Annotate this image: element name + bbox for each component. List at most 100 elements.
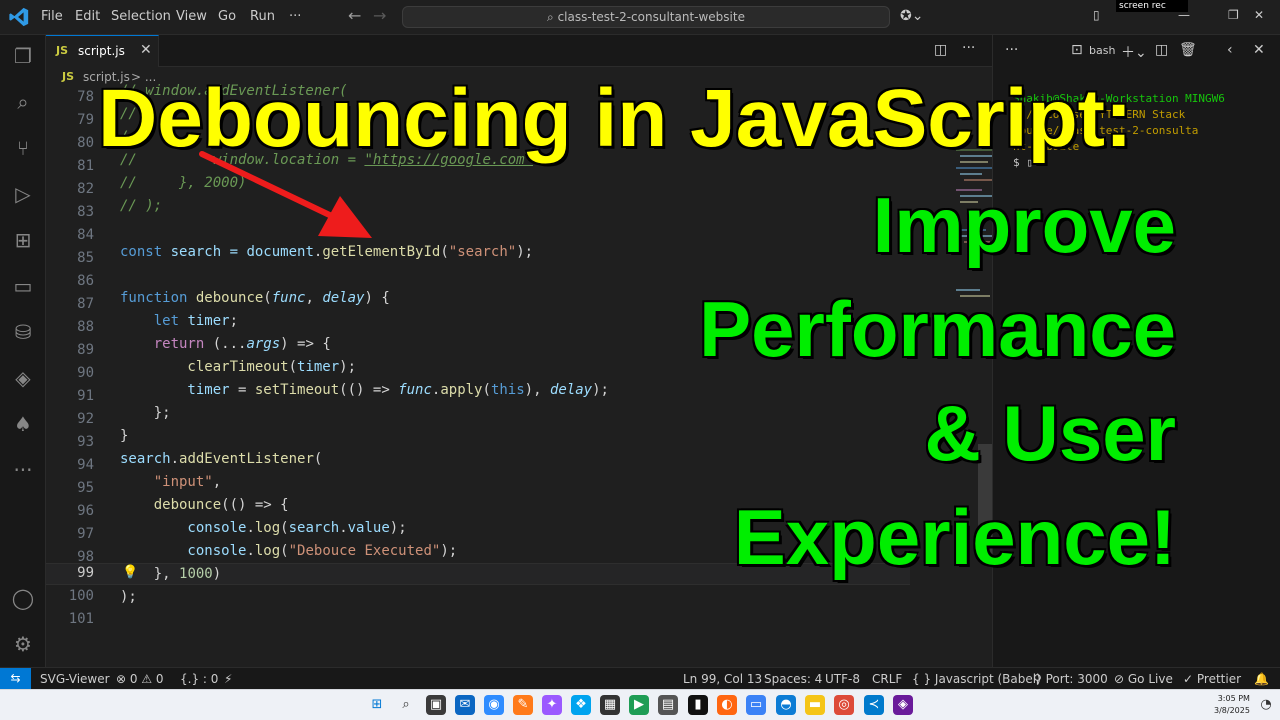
minimize-icon[interactable]: — [1178, 8, 1190, 22]
indentation-setting[interactable]: Spaces: 4 [764, 672, 822, 686]
explorer-icon[interactable]: ❐ [10, 43, 36, 69]
file-explorer-icon[interactable]: ▬ [805, 695, 825, 715]
account-icon[interactable]: ◯ [10, 585, 36, 611]
notifications-bell-icon[interactable]: 🔔 [1254, 672, 1269, 686]
js-file-icon: JS [62, 70, 75, 83]
run-debug-icon[interactable]: ▷ [10, 181, 36, 207]
title-bar: File Edit Selection View Go Run ··· ← → … [0, 0, 1280, 35]
outlook-icon[interactable]: ✉ [455, 695, 475, 715]
add-terminal-icon[interactable]: ＋⌄ [1121, 42, 1147, 62]
notification-icon[interactable]: ◔ [1256, 695, 1276, 715]
close-icon[interactable]: ✕ [140, 42, 152, 58]
windows-taskbar: ⊞ ⌕ ▣ ✉ ◉ ✎ ✦ ❖ ▦ ▶ ▤ ▮ ◐ ▭ ◓ ▬ ◎ ≺ ◈ 3:… [0, 689, 1280, 720]
antenna-icon: ⚲ [1033, 672, 1046, 686]
terminal-icon: ⊡ [1071, 42, 1083, 58]
headline-subtitle-line: Performance [699, 285, 1176, 373]
chrome-icon[interactable]: ◎ [834, 695, 854, 715]
clock-time: 3:05 PM [1217, 694, 1250, 703]
prettier-indicator[interactable]: ✓ Prettier [1183, 672, 1241, 686]
app-icon[interactable]: ✎ [513, 695, 533, 715]
svg-viewer-item[interactable]: SVG-Viewer [40, 672, 110, 686]
menu-edit[interactable]: Edit [75, 9, 100, 24]
language-mode[interactable]: { } Javascript (Babel) [912, 672, 1041, 686]
database-icon[interactable]: ⛁ [10, 319, 36, 345]
app-icon[interactable]: ◈ [893, 695, 913, 715]
line-number: 79 [77, 112, 94, 128]
settings-gear-icon[interactable]: ⚙ [10, 631, 36, 657]
remote-indicator-button[interactable]: ⇆ [0, 668, 31, 690]
search-icon[interactable]: ⌕ [10, 89, 36, 115]
more-icon[interactable]: ··· [1005, 42, 1018, 58]
remote-explorer-icon[interactable]: ▭ [10, 273, 36, 299]
menu-go[interactable]: Go [218, 9, 236, 24]
menu-run[interactable]: Run [250, 9, 275, 24]
js-file-icon: JS [56, 44, 69, 57]
vscode-taskbar-icon[interactable]: ≺ [864, 695, 884, 715]
close-window-icon[interactable]: ✕ [1254, 8, 1264, 22]
code-line: search.addEventListener( [120, 451, 323, 467]
app-icon[interactable]: ▦ [600, 695, 620, 715]
code-line: debounce(() => { [120, 497, 289, 513]
app-icon[interactable]: ▶ [629, 695, 649, 715]
cursor-position[interactable]: Ln 99, Col 13 [683, 672, 762, 686]
app-icon[interactable]: ◉ [484, 695, 504, 715]
line-number: 80 [77, 135, 94, 151]
split-editor-icon[interactable]: ◫ [934, 42, 947, 58]
eol-setting[interactable]: CRLF [872, 672, 902, 686]
code-line: console.log(search.value); [120, 520, 407, 536]
windows-start-icon[interactable]: ⊞ [367, 695, 387, 715]
braces-indicator[interactable]: {.} : 0 [180, 672, 218, 686]
line-number: 88 [77, 319, 94, 335]
forward-arrow-icon[interactable]: → [373, 6, 386, 25]
more-actions-icon[interactable]: ··· [962, 40, 975, 56]
app-icon[interactable]: ✦ [542, 695, 562, 715]
port-indicator[interactable]: ⚲ Port: 3000 [1033, 672, 1108, 686]
task-view-icon[interactable]: ▣ [426, 695, 446, 715]
code-line: ); [120, 589, 137, 605]
tab-label: script.js [78, 44, 125, 58]
code-line: console.log("Debouce Executed"); [120, 543, 458, 559]
menu-more[interactable]: ··· [289, 9, 301, 24]
search-icon[interactable]: ⌕ [396, 695, 416, 715]
split-terminal-icon[interactable]: ◫ [1155, 42, 1168, 58]
line-number: 94 [77, 457, 94, 473]
system-clock[interactable]: 3:05 PM 3/8/2025 [1214, 693, 1250, 717]
close-icon[interactable]: ✕ [1253, 42, 1265, 58]
firefox-icon[interactable]: ◐ [717, 695, 737, 715]
headline-title: Debouncing in JavaScript: [98, 73, 1133, 164]
app-icon[interactable]: ▮ [688, 695, 708, 715]
headline-subtitle-line: Improve [872, 181, 1176, 269]
extensions-icon[interactable]: ⊞ [10, 227, 36, 253]
terminal-shell-label[interactable]: bash [1089, 44, 1115, 57]
problems-indicator[interactable]: ⊗ 0 ⚠ 0 [116, 672, 164, 686]
code-line: return (...args) => { [120, 336, 331, 352]
app-icon[interactable]: ❖ [571, 695, 591, 715]
line-number: 90 [77, 365, 94, 381]
trash-icon[interactable]: 🗑 [1179, 42, 1197, 58]
menu-file[interactable]: File [41, 9, 63, 24]
command-center-search[interactable]: ⌕ class-test-2-consultant-website [402, 6, 890, 28]
menu-view[interactable]: View [176, 9, 207, 24]
restore-icon[interactable]: ❐ [1228, 8, 1239, 22]
encoding-setting[interactable]: UTF-8 [825, 672, 860, 686]
back-arrow-icon[interactable]: ← [348, 6, 361, 25]
status-bar: ⇆ SVG-Viewer ⊗ 0 ⚠ 0 {.} : 0 ⚡ Ln 99, Co… [0, 667, 1280, 690]
tab-script-js[interactable]: JS script.js ✕ [46, 35, 159, 67]
line-number: 101 [68, 611, 94, 627]
layout-icon[interactable]: ▯ [1093, 8, 1100, 22]
chevron-left-icon[interactable]: ‹ [1227, 42, 1233, 58]
source-control-icon[interactable]: ⑂ [10, 135, 36, 161]
lightning-icon[interactable]: ⚡ [224, 672, 232, 686]
line-number: 82 [77, 181, 94, 197]
app-icon[interactable]: ▤ [658, 695, 678, 715]
menu-selection[interactable]: Selection [111, 9, 171, 24]
app-icon[interactable]: ▭ [746, 695, 766, 715]
layers-icon[interactable]: ◈ [10, 365, 36, 391]
more-icon[interactable]: ··· [10, 457, 36, 483]
mongodb-leaf-icon[interactable]: ♠ [10, 411, 36, 437]
line-number: 87 [77, 296, 94, 312]
copilot-icon[interactable]: ✪⌄ [900, 8, 923, 24]
lightbulb-icon[interactable]: 💡 [122, 565, 138, 580]
go-live-button[interactable]: ⊘ Go Live [1114, 672, 1173, 686]
edge-icon[interactable]: ◓ [776, 695, 796, 715]
